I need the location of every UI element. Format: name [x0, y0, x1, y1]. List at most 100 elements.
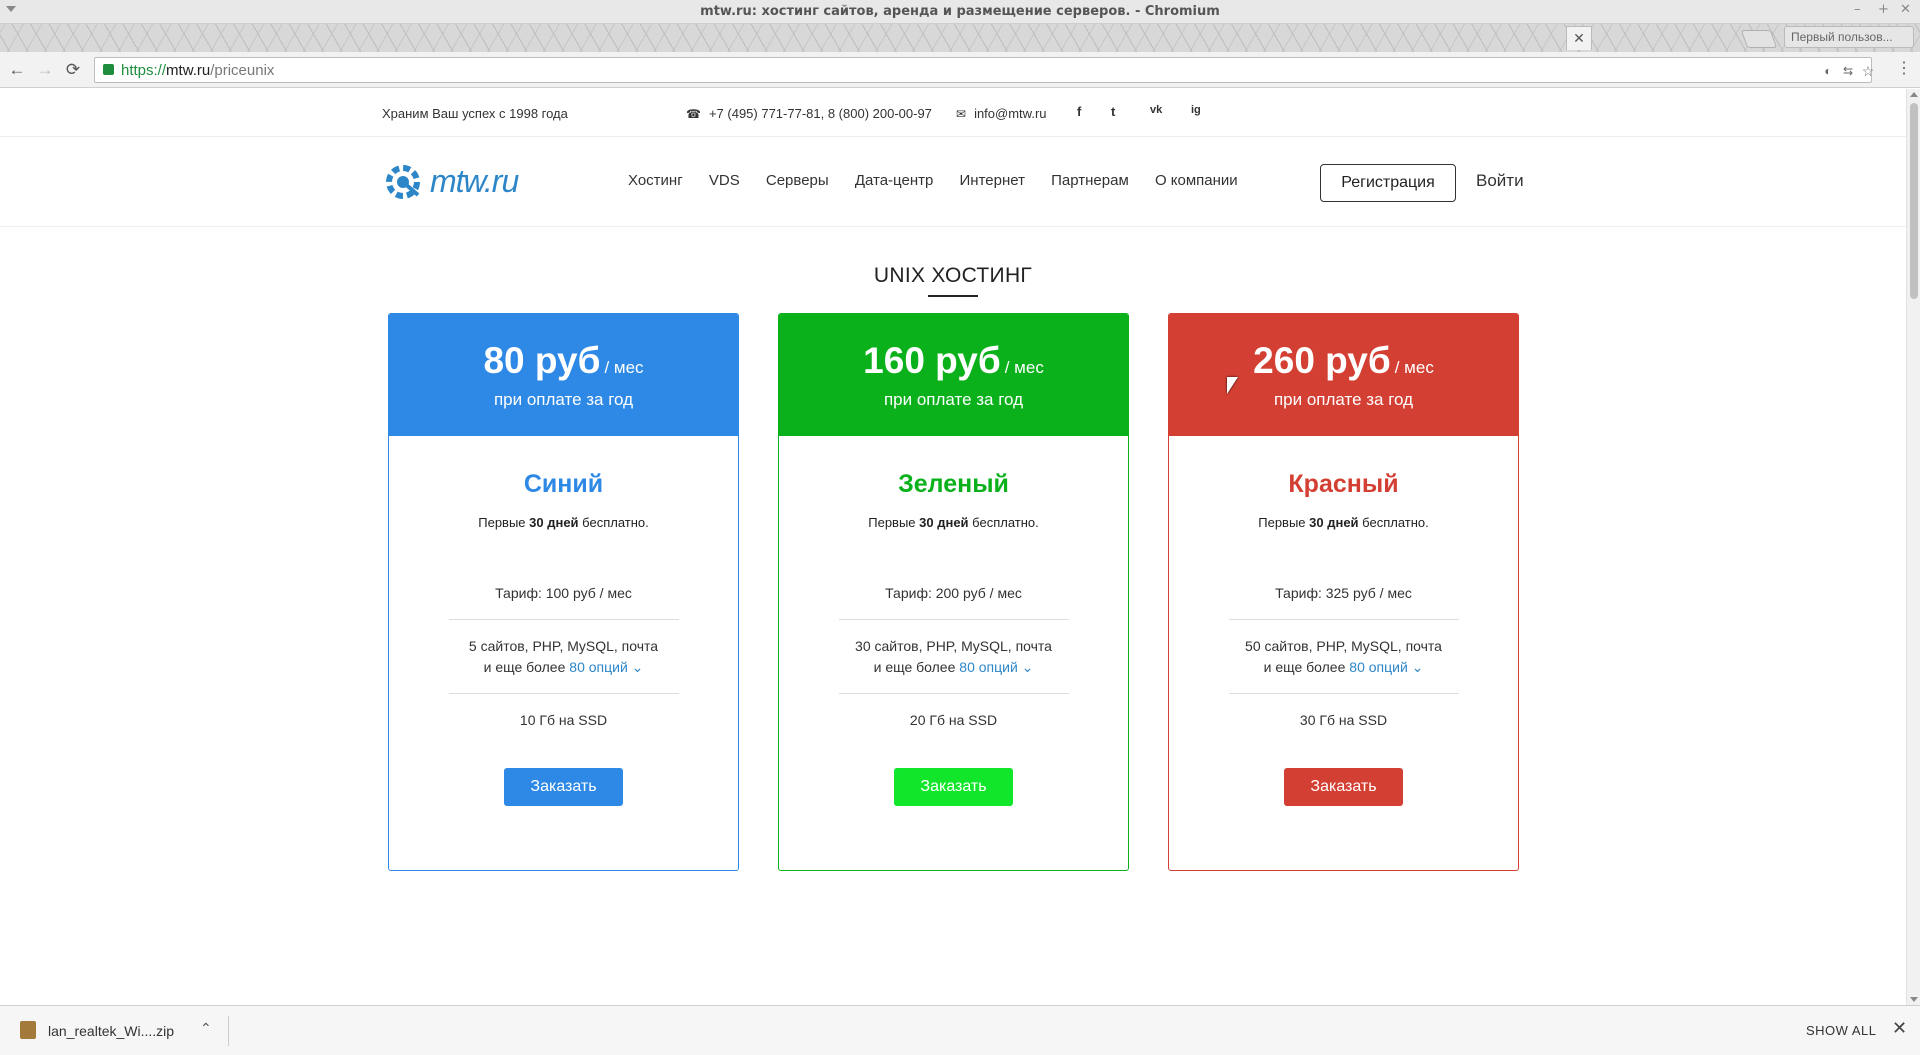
- features-more: и еще более: [483, 659, 570, 675]
- plan-card-red: 260 руб / мес при оплате за год Красный П…: [1168, 313, 1519, 871]
- features-text: 50 сайтов, PHP, MySQL, почта: [1245, 638, 1442, 654]
- price-note: при оплате за год: [1273, 390, 1414, 409]
- options-link[interactable]: 80 опций ⌄: [959, 659, 1033, 675]
- disk-row: 20 Гб на SSD: [909, 712, 998, 728]
- facebook-icon[interactable]: f: [1077, 104, 1081, 119]
- plan-card-blue: 80 руб / мес при оплате за год Синий Перв…: [388, 313, 739, 871]
- archive-icon: [20, 1021, 36, 1039]
- order-button[interactable]: Заказать: [1284, 768, 1403, 806]
- plan-price: 80 руб / мес: [389, 314, 738, 382]
- plan-price: 160 руб / мес: [779, 314, 1128, 382]
- instagram-icon[interactable]: ig: [1191, 104, 1201, 116]
- plan-header: 260 руб / мес при оплате за год: [1169, 314, 1518, 436]
- address-bar[interactable]: https://mtw.ru/priceunix ◐ ⇆ ☆: [94, 57, 1875, 83]
- show-all-button[interactable]: SHOW ALL: [1806, 1023, 1876, 1038]
- register-button[interactable]: Регистрация: [1320, 164, 1456, 202]
- plan-price: 260 руб / мес: [1169, 314, 1518, 382]
- minimize-icon[interactable]: –: [1854, 2, 1861, 17]
- nav-vds[interactable]: VDS: [709, 172, 740, 189]
- translate-icon[interactable]: ⇆: [1841, 64, 1855, 78]
- phone-contact[interactable]: ☎ +7 (495) 771-77-81, 8 (800) 200-00-97: [686, 106, 932, 121]
- twitter-icon[interactable]: t: [1111, 104, 1115, 119]
- chevron-up-icon[interactable]: ⌃: [200, 1020, 212, 1037]
- logo-text: mtw.ru: [430, 163, 519, 199]
- features-more: и еще более: [1263, 659, 1350, 675]
- download-bar: lan_realtek_Wi....zip ⌃ SHOW ALL ✕: [0, 1005, 1920, 1055]
- vk-icon[interactable]: vk: [1150, 104, 1162, 116]
- price-note: при оплате за год: [493, 390, 634, 409]
- reload-icon[interactable]: ⟳: [62, 59, 84, 81]
- url-scheme: https://: [121, 62, 167, 79]
- plan-header: 80 руб / мес при оплате за год: [389, 314, 738, 436]
- price-period: / мес: [1394, 358, 1434, 377]
- price-amount: 260 руб: [1253, 340, 1391, 381]
- plan-name: Красный: [1288, 470, 1399, 498]
- options-link[interactable]: 80 опций ⌄: [1349, 659, 1423, 675]
- site-logo[interactable]: mtw.ru: [382, 161, 519, 203]
- trial-pre: Первые: [1258, 515, 1310, 530]
- features-more: и еще более: [873, 659, 960, 675]
- trial-text: Первые 30 дней бесплатно.: [389, 515, 738, 530]
- features-text: 5 сайтов, PHP, MySQL, почта: [468, 638, 659, 654]
- scroll-down-icon[interactable]: [1910, 997, 1918, 1002]
- divider: [228, 1016, 229, 1046]
- main-nav: Хостинг VDS Серверы Дата-центр Интернет …: [628, 172, 1260, 189]
- nav-internet[interactable]: Интернет: [960, 172, 1025, 189]
- extension-icon[interactable]: ◐: [1821, 64, 1835, 78]
- mail-icon: ✉: [956, 107, 967, 121]
- nav-partners[interactable]: Партнерам: [1051, 172, 1129, 189]
- maximize-icon[interactable]: +: [1878, 2, 1889, 17]
- contact-bar: Храним Ваш успех с 1998 года ☎ +7 (495) 7…: [0, 89, 1906, 137]
- title-underline: [928, 295, 978, 297]
- scroll-up-icon[interactable]: [1910, 92, 1918, 97]
- trial-days: 30 дней: [919, 515, 969, 530]
- tab-close-icon[interactable]: ✕: [1566, 26, 1592, 50]
- login-link[interactable]: Войти: [1476, 171, 1524, 191]
- close-download-bar-icon[interactable]: ✕: [1892, 1018, 1907, 1039]
- email-contact[interactable]: ✉ info@mtw.ru: [956, 106, 1047, 121]
- nav-hosting[interactable]: Хостинг: [628, 172, 683, 189]
- trial-text: Первые 30 дней бесплатно.: [779, 515, 1128, 530]
- price-period: / мес: [604, 358, 644, 377]
- phone-number[interactable]: +7 (495) 771-77-81, 8 (800) 200-00-97: [709, 106, 932, 121]
- mouse-cursor-icon: [1227, 377, 1238, 394]
- options-link[interactable]: 80 опций ⌄: [569, 659, 643, 675]
- disk-row: 30 Гб на SSD: [1299, 712, 1388, 728]
- new-tab-button[interactable]: [1740, 30, 1778, 48]
- forward-icon[interactable]: →: [34, 59, 56, 81]
- browser-menu-icon[interactable]: ⋮: [1896, 58, 1912, 78]
- trial-text: Первые 30 дней бесплатно.: [1169, 515, 1518, 530]
- features-text: 30 сайтов, PHP, MySQL, почта: [855, 638, 1052, 654]
- phone-icon: ☎: [686, 107, 701, 121]
- order-button[interactable]: Заказать: [504, 768, 623, 806]
- section-title: UNIX ХОСТИНГ: [873, 264, 1033, 287]
- trial-post: бесплатно.: [1358, 515, 1429, 530]
- address-url[interactable]: https://mtw.ru/priceunix: [121, 62, 274, 79]
- plan-name: Зеленый: [898, 470, 1009, 498]
- tab-strip: [0, 24, 1920, 52]
- email-address[interactable]: info@mtw.ru: [974, 106, 1046, 121]
- secure-lock-icon[interactable]: [103, 64, 114, 75]
- trial-pre: Первые: [868, 515, 920, 530]
- profile-button[interactable]: Первый пользов...: [1784, 26, 1914, 48]
- bookmark-star-icon[interactable]: ☆: [1861, 64, 1875, 78]
- features-row: 5 сайтов, PHP, MySQL, почта и еще более 8…: [448, 620, 679, 694]
- order-button[interactable]: Заказать: [894, 768, 1013, 806]
- page-scrollbar[interactable]: [1906, 89, 1920, 1005]
- nav-datacenter[interactable]: Дата-центр: [855, 172, 933, 189]
- price-note: при оплате за год: [883, 390, 1024, 409]
- trial-post: бесплатно.: [578, 515, 649, 530]
- price-amount: 80 руб: [483, 340, 601, 381]
- window-title: mtw.ru: хостинг сайтов, аренда и размеще…: [700, 4, 1220, 19]
- window-close-icon[interactable]: ✕: [1900, 2, 1911, 17]
- url-path: /priceunix: [210, 62, 275, 79]
- trial-days: 30 дней: [529, 515, 579, 530]
- scroll-thumb[interactable]: [1910, 103, 1918, 299]
- slogan: Храним Ваш успех с 1998 года: [382, 106, 568, 121]
- nav-about[interactable]: О компании: [1155, 172, 1238, 189]
- disk-row: 10 Гб на SSD: [519, 712, 608, 728]
- url-host: mtw.ru: [166, 62, 211, 79]
- back-icon[interactable]: ←: [6, 59, 28, 81]
- nav-servers[interactable]: Серверы: [766, 172, 829, 189]
- download-file-name[interactable]: lan_realtek_Wi....zip: [48, 1023, 174, 1039]
